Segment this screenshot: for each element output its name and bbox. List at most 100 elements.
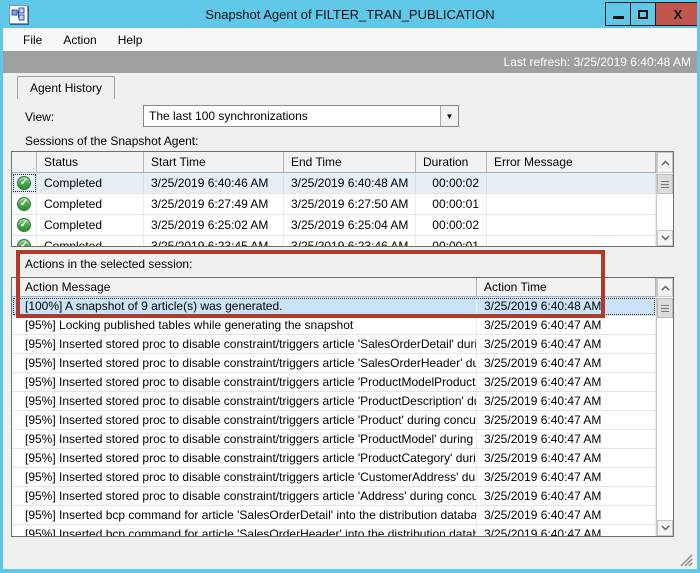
table-cell (487, 194, 656, 214)
menu-action[interactable]: Action (56, 30, 103, 50)
actions-table-rows: [100%] A snapshot of 9 article(s) was ge… (12, 297, 656, 537)
table-cell: ✓ (12, 173, 37, 193)
action-row[interactable]: [95%] Inserted stored proc to disable co… (12, 487, 656, 506)
thumb-grip-icon (661, 181, 669, 188)
view-label: View: (25, 110, 54, 124)
table-cell: 3/25/2019 6:40:47 AM (477, 316, 656, 334)
action-row[interactable]: [95%] Inserted stored proc to disable co… (12, 468, 656, 487)
session-row[interactable]: ✓ Completed3/25/2019 6:25:02 AM3/25/2019 … (12, 215, 656, 236)
actions-scrollbar[interactable] (656, 278, 673, 536)
table-cell (487, 236, 656, 247)
actions-grid-header: Action Message Action Time (12, 278, 656, 297)
menu-file[interactable]: File (16, 30, 49, 50)
table-cell: [95%] Inserted stored proc to disable co… (12, 411, 477, 429)
action-row[interactable]: [95%] Inserted stored proc to disable co… (12, 430, 656, 449)
title-bar: Snapshot Agent of FILTER_TRAN_PUBLICATIO… (0, 0, 700, 28)
table-cell: 3/25/2019 6:40:48 AM (284, 173, 416, 193)
action-row[interactable]: [95%] Inserted bcp command for article '… (12, 525, 656, 537)
table-cell: [95%] Inserted stored proc to disable co… (12, 354, 477, 372)
close-button[interactable]: X (655, 2, 700, 26)
column-header-icon[interactable] (12, 152, 37, 172)
scrollbar-thumb[interactable] (657, 298, 673, 318)
table-cell: ✓ (12, 194, 37, 214)
table-cell: Completed (37, 173, 144, 193)
action-row[interactable]: [100%] A snapshot of 9 article(s) was ge… (12, 297, 656, 316)
snapshot-agent-window: Snapshot Agent of FILTER_TRAN_PUBLICATIO… (0, 0, 700, 573)
table-cell: 3/25/2019 6:27:49 AM (144, 194, 284, 214)
status-strip: Last refresh: 3/25/2019 6:40:48 AM (3, 51, 697, 73)
table-cell: 3/25/2019 6:40:47 AM (477, 468, 656, 486)
sessions-scrollbar[interactable] (656, 152, 673, 246)
column-header-status[interactable]: Status (37, 152, 144, 172)
action-row[interactable]: [95%] Inserted stored proc to disable co… (12, 411, 656, 430)
menu-bar: File Action Help (3, 28, 697, 51)
table-cell: Completed (37, 215, 144, 235)
tab-agent-history[interactable]: Agent History (17, 76, 115, 99)
status-completed-icon: ✓ (17, 239, 31, 247)
table-cell: Completed (37, 194, 144, 214)
table-cell: [95%] Inserted stored proc to disable co… (12, 430, 477, 448)
table-cell: Completed (37, 236, 144, 247)
table-cell: 00:00:02 (416, 173, 487, 193)
session-row[interactable]: ✓Completed3/25/2019 6:23:45 AM3/25/2019 … (12, 236, 656, 247)
menu-help[interactable]: Help (111, 30, 150, 50)
table-cell: 3/25/2019 6:40:47 AM (477, 354, 656, 372)
chevron-down-icon[interactable]: ▼ (440, 106, 458, 126)
table-cell: [95%] Inserted stored proc to disable co… (12, 373, 477, 391)
action-row[interactable]: [95%] Inserted bcp command for article '… (12, 506, 656, 525)
maximize-icon (638, 10, 648, 19)
status-completed-icon: ✓ (17, 176, 31, 190)
action-row[interactable]: [95%] Inserted stored proc to disable co… (12, 354, 656, 373)
table-cell: 3/25/2019 6:40:47 AM (477, 430, 656, 448)
scrollbar-thumb[interactable] (657, 174, 673, 194)
scroll-down-button[interactable] (657, 520, 673, 536)
table-cell: [95%] Inserted stored proc to disable co… (12, 449, 477, 467)
sessions-grid-header: Status Start Time End Time Duration Erro… (12, 152, 656, 173)
column-header-duration[interactable]: Duration (416, 152, 487, 172)
table-cell: 3/25/2019 6:40:47 AM (477, 506, 656, 524)
thumb-grip-icon (661, 305, 669, 312)
close-icon: X (674, 7, 683, 22)
table-cell: [95%] Inserted stored proc to disable co… (12, 468, 477, 486)
action-row[interactable]: [95%] Inserted stored proc to disable co… (12, 335, 656, 354)
column-header-start-time[interactable]: Start Time (144, 152, 284, 172)
table-cell: 3/25/2019 6:23:46 AM (284, 236, 416, 247)
sessions-grid: Status Start Time End Time Duration Erro… (11, 151, 674, 247)
column-header-error-message[interactable]: Error Message (487, 152, 656, 172)
actions-label: Actions in the selected session: (25, 257, 192, 271)
table-cell: 00:00:01 (416, 194, 487, 214)
view-dropdown-value: The last 100 synchronizations (144, 109, 440, 123)
status-completed-icon: ✓ (17, 218, 31, 232)
table-cell: 3/25/2019 6:25:04 AM (284, 215, 416, 235)
minimize-button[interactable] (605, 2, 630, 26)
table-cell: 3/25/2019 6:40:47 AM (477, 449, 656, 467)
scroll-up-button[interactable] (657, 278, 673, 297)
scroll-down-button[interactable] (657, 230, 673, 246)
table-cell: 3/25/2019 6:25:02 AM (144, 215, 284, 235)
sessions-table-rows: ✓Completed3/25/2019 6:40:46 AM3/25/2019 … (12, 173, 656, 247)
column-header-action-message[interactable]: Action Message (12, 278, 477, 296)
action-row[interactable]: [95%] Inserted stored proc to disable co… (12, 449, 656, 468)
last-refresh-text: Last refresh: 3/25/2019 6:40:48 AM (504, 55, 691, 69)
actions-grid: Action Message Action Time [100%] A snap… (11, 277, 674, 537)
table-cell (487, 173, 656, 193)
view-dropdown[interactable]: The last 100 synchronizations ▼ (143, 105, 459, 127)
table-cell: 3/25/2019 6:27:50 AM (284, 194, 416, 214)
resize-grip-icon[interactable] (676, 550, 693, 567)
action-row[interactable]: [95%] Locking published tables while gen… (12, 316, 656, 335)
table-cell: 3/25/2019 6:40:47 AM (477, 392, 656, 410)
session-row[interactable]: ✓ Completed3/25/2019 6:40:46 AM3/25/2019 … (12, 173, 656, 194)
column-header-action-time[interactable]: Action Time (477, 278, 656, 296)
column-header-end-time[interactable]: End Time (284, 152, 416, 172)
table-cell: 3/25/2019 6:40:47 AM (477, 487, 656, 505)
session-row[interactable]: ✓Completed3/25/2019 6:27:49 AM3/25/2019 … (12, 194, 656, 215)
action-row[interactable]: [95%] Inserted stored proc to disable co… (12, 373, 656, 392)
action-row[interactable]: [95%] Inserted stored proc to disable co… (12, 392, 656, 411)
scroll-up-button[interactable] (657, 152, 673, 173)
table-cell: 3/25/2019 6:40:46 AM (144, 173, 284, 193)
window-title: Snapshot Agent of FILTER_TRAN_PUBLICATIO… (0, 7, 700, 22)
table-cell: [100%] A snapshot of 9 article(s) was ge… (12, 297, 477, 315)
maximize-button[interactable] (630, 2, 655, 26)
table-cell: [95%] Inserted bcp command for article '… (12, 506, 477, 524)
table-cell: [95%] Inserted bcp command for article '… (12, 525, 477, 537)
